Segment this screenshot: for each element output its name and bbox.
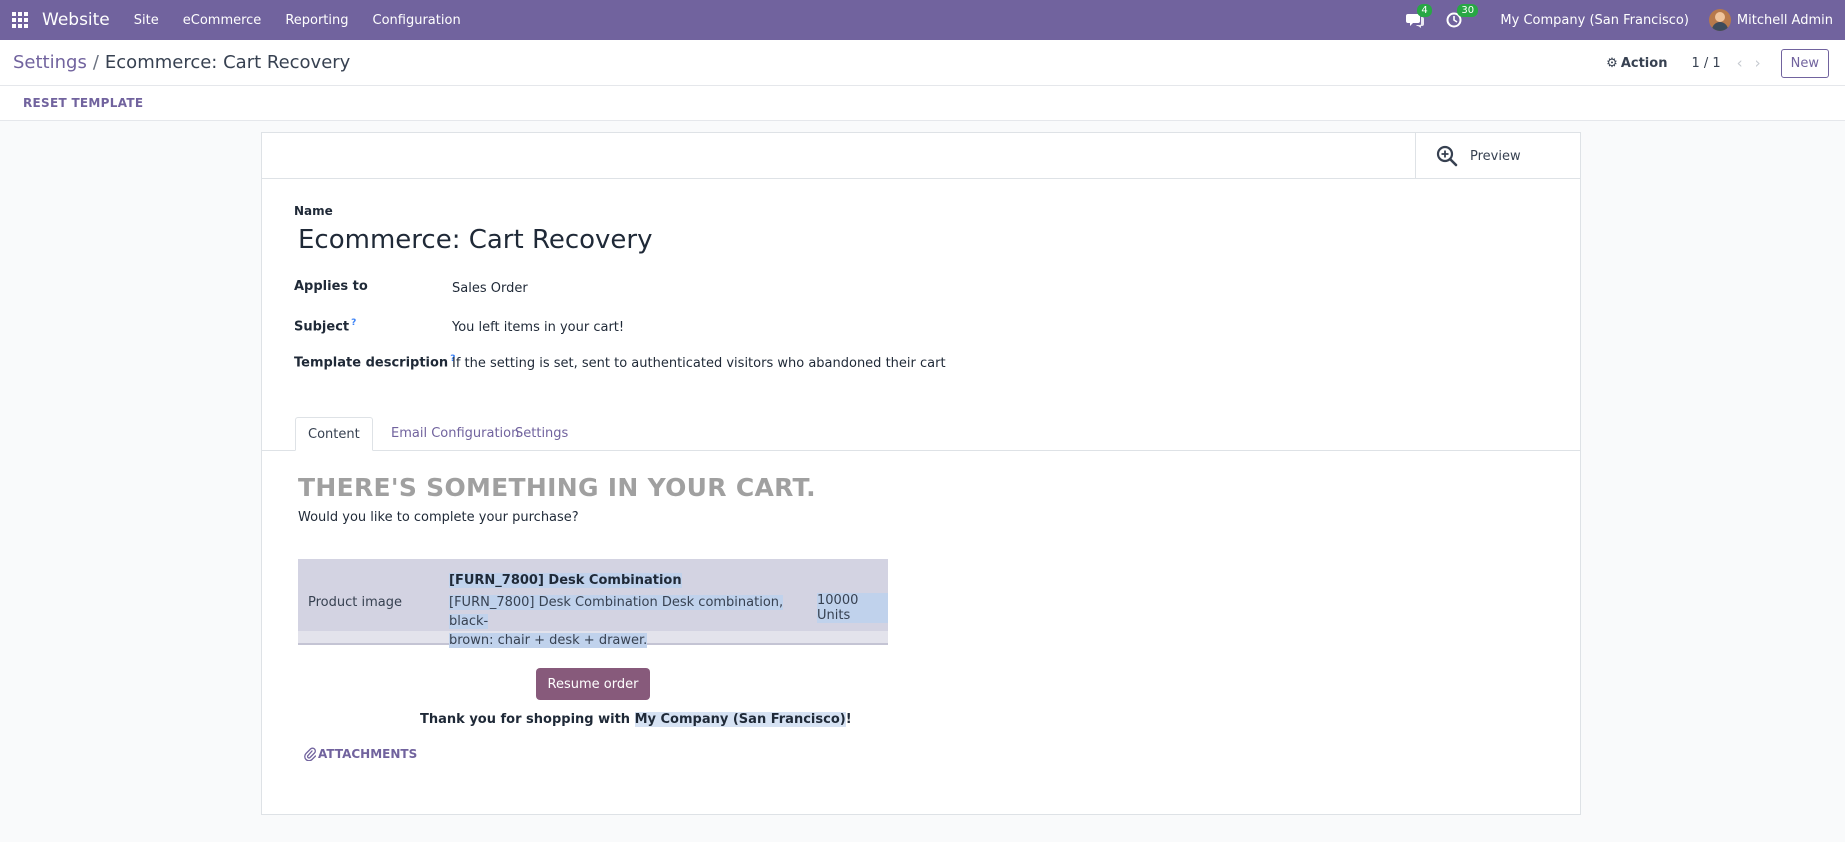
product-name: [FURN_7800] Desk Combination xyxy=(449,573,682,588)
new-button[interactable]: New xyxy=(1780,48,1829,78)
action-button[interactable]: ⚙ Action xyxy=(1606,56,1667,71)
menu-reporting[interactable]: Reporting xyxy=(285,13,348,28)
thanks-line: Thank you for shopping with My Company (… xyxy=(420,712,852,727)
paperclip-icon xyxy=(304,747,316,761)
messages-badge: 4 xyxy=(1417,4,1432,17)
pager-value[interactable]: 1 / 1 xyxy=(1691,56,1720,71)
product-quantity: 10000 Units xyxy=(817,593,888,623)
description-label: Template description? xyxy=(294,354,455,370)
thanks-company: My Company (San Francisco) xyxy=(634,712,846,727)
email-heading[interactable]: THERE'S SOMETHING IN YOUR CART. xyxy=(298,473,816,502)
menu-site[interactable]: Site xyxy=(134,13,159,28)
user-menu[interactable]: Mitchell Admin xyxy=(1737,13,1833,28)
zoom-in-icon xyxy=(1436,145,1458,167)
help-icon[interactable]: ? xyxy=(351,318,356,328)
product-image-placeholder: Product image xyxy=(308,595,402,610)
thanks-prefix: Thank you for shopping with xyxy=(420,712,635,727)
chevron-left-icon[interactable]: ‹ xyxy=(1737,54,1743,72)
avatar[interactable] xyxy=(1708,9,1731,31)
attachments-label: ATTACHMENTS xyxy=(318,747,418,761)
thanks-suffix: ! xyxy=(845,712,852,727)
top-navbar: Website Site eCommerce Reporting Configu… xyxy=(0,0,1845,40)
action-label: Action xyxy=(1620,55,1668,71)
description-label-text: Template description xyxy=(294,355,449,371)
email-subheading[interactable]: Would you like to complete your purchase… xyxy=(298,510,579,525)
tab-content[interactable]: Content xyxy=(295,417,373,451)
resume-order-button[interactable]: Resume order xyxy=(536,668,650,700)
activities-badge: 30 xyxy=(1457,4,1479,17)
name-input[interactable]: Ecommerce: Cart Recovery xyxy=(298,225,653,255)
activities-button[interactable]: 30 xyxy=(1446,4,1479,28)
subject-input[interactable]: You left items in your cart! xyxy=(452,320,624,335)
reset-template-button[interactable]: RESET TEMPLATE xyxy=(23,96,143,110)
messages-button[interactable]: 4 xyxy=(1406,4,1432,28)
preview-button[interactable]: Preview xyxy=(1415,133,1580,179)
breadcrumb: Settings / Ecommerce: Cart Recovery xyxy=(13,52,350,73)
company-switcher[interactable]: My Company (San Francisco) xyxy=(1500,13,1688,28)
chevron-right-icon[interactable]: › xyxy=(1755,54,1761,72)
applies-to-value[interactable]: Sales Order xyxy=(452,281,528,296)
control-panel: Settings / Ecommerce: Cart Recovery ⚙ Acti… xyxy=(0,40,1845,86)
cart-product-row[interactable]: Product image [FURN_7800] Desk Combinati… xyxy=(298,559,888,648)
notebook-tabs: Content Email Configuration Settings xyxy=(262,417,1580,451)
apps-menu-icon[interactable] xyxy=(0,0,40,40)
attachments-button[interactable]: ATTACHMENTS xyxy=(304,747,417,761)
breadcrumb-current: Ecommerce: Cart Recovery xyxy=(104,52,351,73)
product-desc-line-2: brown: chair + desk + drawer. xyxy=(449,633,648,648)
gear-icon: ⚙ xyxy=(1606,55,1618,71)
menu-ecommerce[interactable]: eCommerce xyxy=(183,13,262,28)
form-statusbar: RESET TEMPLATE xyxy=(0,86,1845,121)
subject-label: Subject? xyxy=(294,318,356,334)
description-input[interactable]: If the setting is set, sent to authentic… xyxy=(452,356,946,371)
preview-label: Preview xyxy=(1470,148,1521,164)
subject-label-text: Subject xyxy=(294,319,350,335)
button-box: Preview xyxy=(262,133,1580,179)
breadcrumb-separator: / xyxy=(92,52,99,73)
product-description: [FURN_7800] Desk Combination Desk combin… xyxy=(449,593,799,650)
breadcrumb-settings-link[interactable]: Settings xyxy=(13,52,87,73)
name-label: Name xyxy=(294,204,333,218)
menu-configuration[interactable]: Configuration xyxy=(373,13,461,28)
form-sheet: Preview Name Ecommerce: Cart Recovery Ap… xyxy=(261,132,1581,815)
tab-settings[interactable]: Settings xyxy=(503,417,580,451)
product-desc-line-1: [FURN_7800] Desk Combination Desk combin… xyxy=(449,595,784,629)
app-name[interactable]: Website xyxy=(42,10,110,30)
applies-to-label: Applies to xyxy=(294,279,368,294)
